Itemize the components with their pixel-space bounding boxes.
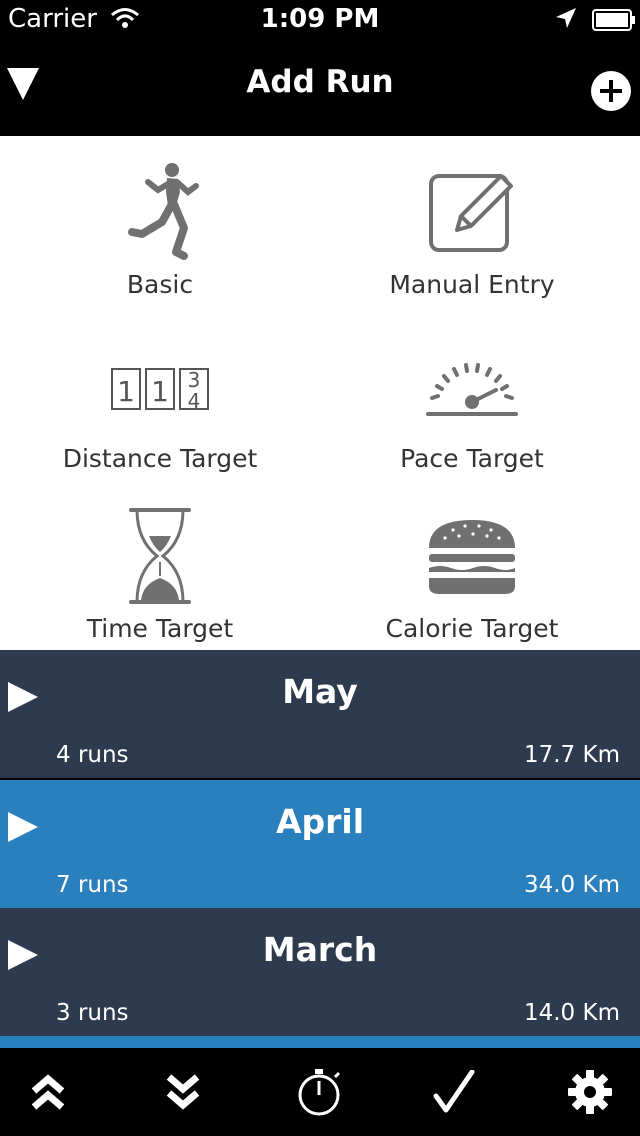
stopwatch-button[interactable] [256, 1048, 384, 1136]
svg-text:4: 4 [188, 389, 201, 411]
plus-circle-icon [591, 71, 631, 111]
edit-pencil-icon [312, 156, 632, 266]
runner-icon [0, 156, 320, 266]
checkmark-icon [433, 1070, 475, 1113]
option-manual-entry-label: Manual Entry [389, 270, 555, 299]
stopwatch-icon [298, 1069, 341, 1116]
month-name: May [282, 672, 358, 711]
month-run-count: 7 runs [56, 872, 129, 898]
option-pace-target-label: Pace Target [400, 444, 544, 473]
option-time-target-label: Time Target [86, 614, 234, 643]
expand-all-button[interactable] [119, 1048, 247, 1136]
option-time-target[interactable]: Time Target [0, 504, 320, 674]
complete-run-button[interactable] [390, 1048, 518, 1136]
gear-icon [568, 1070, 612, 1114]
month-row-march[interactable]: March 3 runs 14.0 Km [0, 908, 640, 1036]
status-bar: Carrier 1:09 PM [0, 0, 640, 40]
run-type-options: Basic Manual Entry 1 1 3 4 Distance Targ… [0, 136, 640, 650]
chevrons-up-icon [31, 1074, 65, 1110]
odometer-icon: 1 1 3 4 [0, 346, 320, 430]
add-run-button[interactable] [590, 70, 632, 112]
option-calorie-target-label: Calorie Target [385, 614, 559, 643]
page-title: Add Run [246, 64, 394, 100]
hourglass-icon [0, 504, 320, 608]
month-row-april[interactable]: April 7 runs 34.0 Km [0, 780, 640, 908]
month-name: April [275, 802, 365, 841]
option-calorie-target[interactable]: Calorie Target [312, 504, 632, 674]
option-distance-target-label: Distance Target [62, 444, 258, 473]
bottom-toolbar [0, 1048, 640, 1136]
month-distance: 14.0 Km [523, 1000, 620, 1026]
month-name: March [262, 930, 378, 969]
month-distance: 17.7 Km [523, 742, 620, 768]
svg-text:1: 1 [151, 375, 169, 408]
speedometer-icon [312, 346, 632, 430]
settings-button[interactable] [526, 1048, 640, 1136]
month-distance: 34.0 Km [523, 872, 620, 898]
option-basic[interactable]: Basic [0, 156, 320, 326]
option-basic-label: Basic [126, 270, 194, 299]
burger-icon [312, 504, 632, 608]
svg-text:1: 1 [117, 375, 135, 408]
month-run-count: 4 runs [56, 742, 129, 768]
collapse-all-button[interactable] [0, 1048, 112, 1136]
navigation-bar: Add Run [0, 40, 640, 136]
month-run-count: 3 runs [56, 1000, 129, 1026]
option-distance-target[interactable]: 1 1 3 4 Distance Target [0, 346, 320, 516]
battery-icon [592, 8, 636, 38]
chevrons-down-icon [166, 1074, 200, 1110]
clock: 1:09 PM [260, 4, 380, 34]
option-pace-target[interactable]: Pace Target [312, 346, 632, 516]
next-month-row-edge [0, 1036, 640, 1048]
location-arrow-icon [554, 6, 578, 37]
month-row-may[interactable]: May 4 runs 17.7 Km [0, 650, 640, 778]
option-manual-entry[interactable]: Manual Entry [312, 156, 632, 326]
